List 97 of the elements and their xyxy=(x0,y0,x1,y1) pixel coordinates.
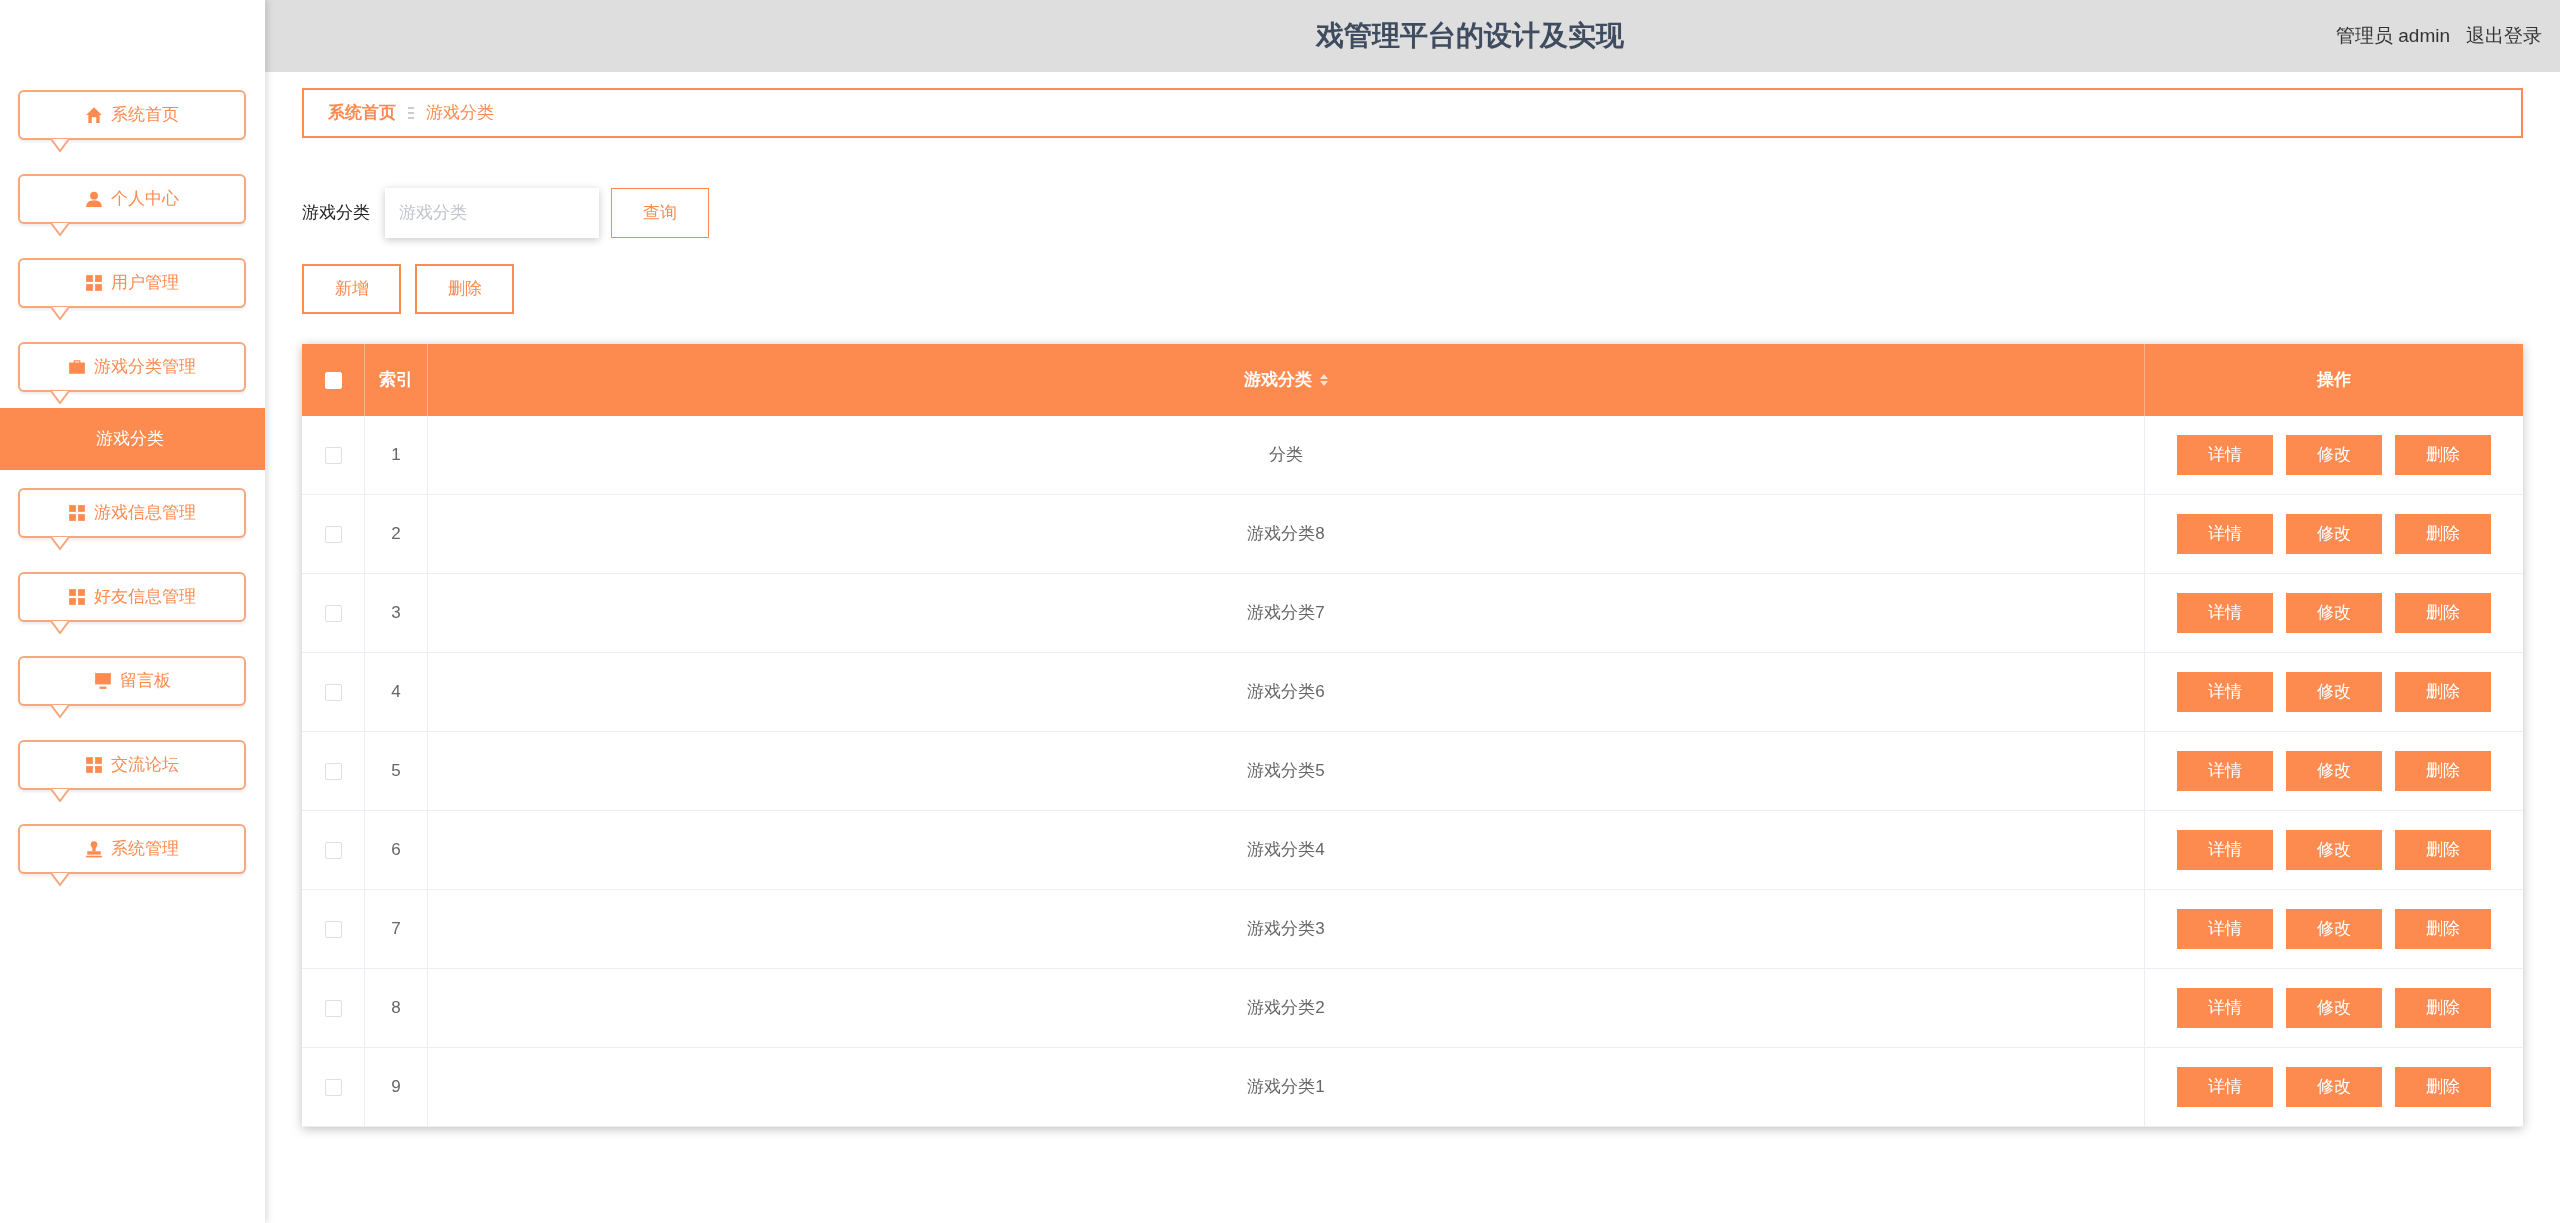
action-button[interactable]: 新增 xyxy=(302,264,401,314)
row-action-button[interactable]: 删除 xyxy=(2395,909,2491,949)
user-icon xyxy=(85,190,103,208)
breadcrumb-link[interactable]: 系统首页 xyxy=(328,100,396,126)
search-button[interactable]: 查询 xyxy=(611,188,709,238)
user-label: 管理员 admin xyxy=(2335,23,2450,48)
column-header: 操作 xyxy=(2315,369,2352,392)
checkbox[interactable] xyxy=(324,999,342,1017)
stamp-icon xyxy=(85,840,103,858)
search-field[interactable]: 游戏分类 xyxy=(385,188,599,238)
grid-icon xyxy=(85,274,103,292)
table-cell: 5 xyxy=(365,732,428,810)
sidebar-item[interactable]: 交流论坛 xyxy=(18,740,246,790)
pointer-tail-icon xyxy=(50,873,70,886)
row-action-button[interactable]: 修改 xyxy=(2286,830,2382,870)
column-header: 索引 xyxy=(365,344,428,416)
row-action-button[interactable]: 详情 xyxy=(2177,672,2273,712)
table-cell: 2 xyxy=(365,495,428,573)
checkbox[interactable] xyxy=(324,683,342,701)
row-action-button[interactable]: 详情 xyxy=(2177,830,2273,870)
sidebar-item[interactable]: 系统首页 xyxy=(18,90,246,140)
site-title: 戏管理平台的设计及实现 xyxy=(1316,18,1625,54)
pointer-tail-icon xyxy=(50,223,70,236)
grid-icon xyxy=(68,504,86,522)
row-action-button[interactable]: 修改 xyxy=(2286,672,2382,712)
row-action-button[interactable]: 修改 xyxy=(2286,988,2382,1028)
table-cell: 游戏分类8 xyxy=(428,495,2145,573)
sidebar-item[interactable]: 游戏分类管理 xyxy=(18,342,246,392)
sidebar-item[interactable]: 个人中心 xyxy=(18,174,246,224)
table-cell: 6 xyxy=(365,811,428,889)
pointer-tail-icon xyxy=(50,621,70,634)
sidebar-item[interactable]: 游戏信息管理 xyxy=(18,488,246,538)
row-action-button[interactable]: 详情 xyxy=(2177,593,2273,633)
checkbox[interactable] xyxy=(324,446,342,464)
table-cell: 4 xyxy=(365,653,428,731)
table-cell: 游戏分类3 xyxy=(428,890,2145,968)
table-cell: 9 xyxy=(365,1048,428,1126)
row-action-button[interactable]: 修改 xyxy=(2286,514,2382,554)
row-action-button[interactable]: 删除 xyxy=(2395,751,2491,791)
table-cell: 游戏分类6 xyxy=(428,653,2145,731)
table-cell: 游戏分类7 xyxy=(428,574,2145,652)
row-action-button[interactable]: 详情 xyxy=(2177,1067,2273,1107)
table-cell: 分类 xyxy=(428,416,2145,494)
row-action-button[interactable]: 删除 xyxy=(2395,593,2491,633)
breadcrumb-link[interactable]: 游戏分类 xyxy=(426,100,494,126)
row-action-button[interactable]: 详情 xyxy=(2177,435,2273,475)
sidebar-item[interactable]: 用户管理 xyxy=(18,258,246,308)
action-button[interactable]: 删除 xyxy=(415,264,514,314)
row-action-button[interactable]: 删除 xyxy=(2395,435,2491,475)
row-action-button[interactable]: 详情 xyxy=(2177,909,2273,949)
row-action-button[interactable]: 删除 xyxy=(2395,1067,2491,1107)
row-action-button[interactable]: 删除 xyxy=(2395,830,2491,870)
pointer-tail-icon xyxy=(50,789,70,802)
home-icon xyxy=(85,106,103,124)
row-action-button[interactable]: 修改 xyxy=(2286,593,2382,633)
checkbox[interactable] xyxy=(324,525,342,543)
checkbox[interactable] xyxy=(324,604,342,622)
briefcase-icon xyxy=(68,358,86,376)
row-action-button[interactable]: 删除 xyxy=(2395,988,2491,1028)
row-action-button[interactable]: 详情 xyxy=(2177,751,2273,791)
checkbox[interactable] xyxy=(324,1078,342,1096)
table-cell: 1 xyxy=(365,416,428,494)
sidebar-subitem[interactable]: 游戏分类 xyxy=(0,408,265,470)
grid-icon xyxy=(85,756,103,774)
sidebar-item[interactable]: 系统管理 xyxy=(18,824,246,874)
column-header[interactable]: 游戏分类 xyxy=(428,344,2145,416)
row-action-button[interactable]: 修改 xyxy=(2286,435,2382,475)
row-action-button[interactable]: 删除 xyxy=(2395,672,2491,712)
grid-icon xyxy=(68,588,86,606)
search-label: 游戏分类 xyxy=(302,202,371,225)
table-cell: 游戏分类1 xyxy=(428,1048,2145,1126)
sidebar-item[interactable]: 好友信息管理 xyxy=(18,572,246,622)
pointer-tail-icon xyxy=(50,705,70,718)
table-cell: 8 xyxy=(365,969,428,1047)
table-cell: 游戏分类2 xyxy=(428,969,2145,1047)
checkbox[interactable] xyxy=(324,841,342,859)
sidebar-item[interactable]: 留言板 xyxy=(18,656,246,706)
row-action-button[interactable]: 删除 xyxy=(2395,514,2491,554)
table-cell: 游戏分类5 xyxy=(428,732,2145,810)
pointer-tail-icon xyxy=(50,139,70,152)
row-action-button[interactable]: 详情 xyxy=(2177,514,2273,554)
pointer-tail-icon xyxy=(50,391,70,404)
table-cell: 7 xyxy=(365,890,428,968)
row-action-button[interactable]: 修改 xyxy=(2286,751,2382,791)
checkbox[interactable] xyxy=(324,762,342,780)
checkbox[interactable] xyxy=(324,920,342,938)
monitor-icon xyxy=(93,672,112,690)
pointer-tail-icon xyxy=(50,307,70,320)
separator-icon xyxy=(406,106,416,120)
sort-icon xyxy=(1320,374,1328,386)
table-cell: 游戏分类4 xyxy=(428,811,2145,889)
table-cell: 3 xyxy=(365,574,428,652)
logout-link[interactable]: 退出登录 xyxy=(2466,21,2542,51)
row-action-button[interactable]: 修改 xyxy=(2286,1067,2382,1107)
row-action-button[interactable]: 修改 xyxy=(2286,909,2382,949)
row-action-button[interactable]: 详情 xyxy=(2177,988,2273,1028)
pointer-tail-icon xyxy=(50,537,70,550)
